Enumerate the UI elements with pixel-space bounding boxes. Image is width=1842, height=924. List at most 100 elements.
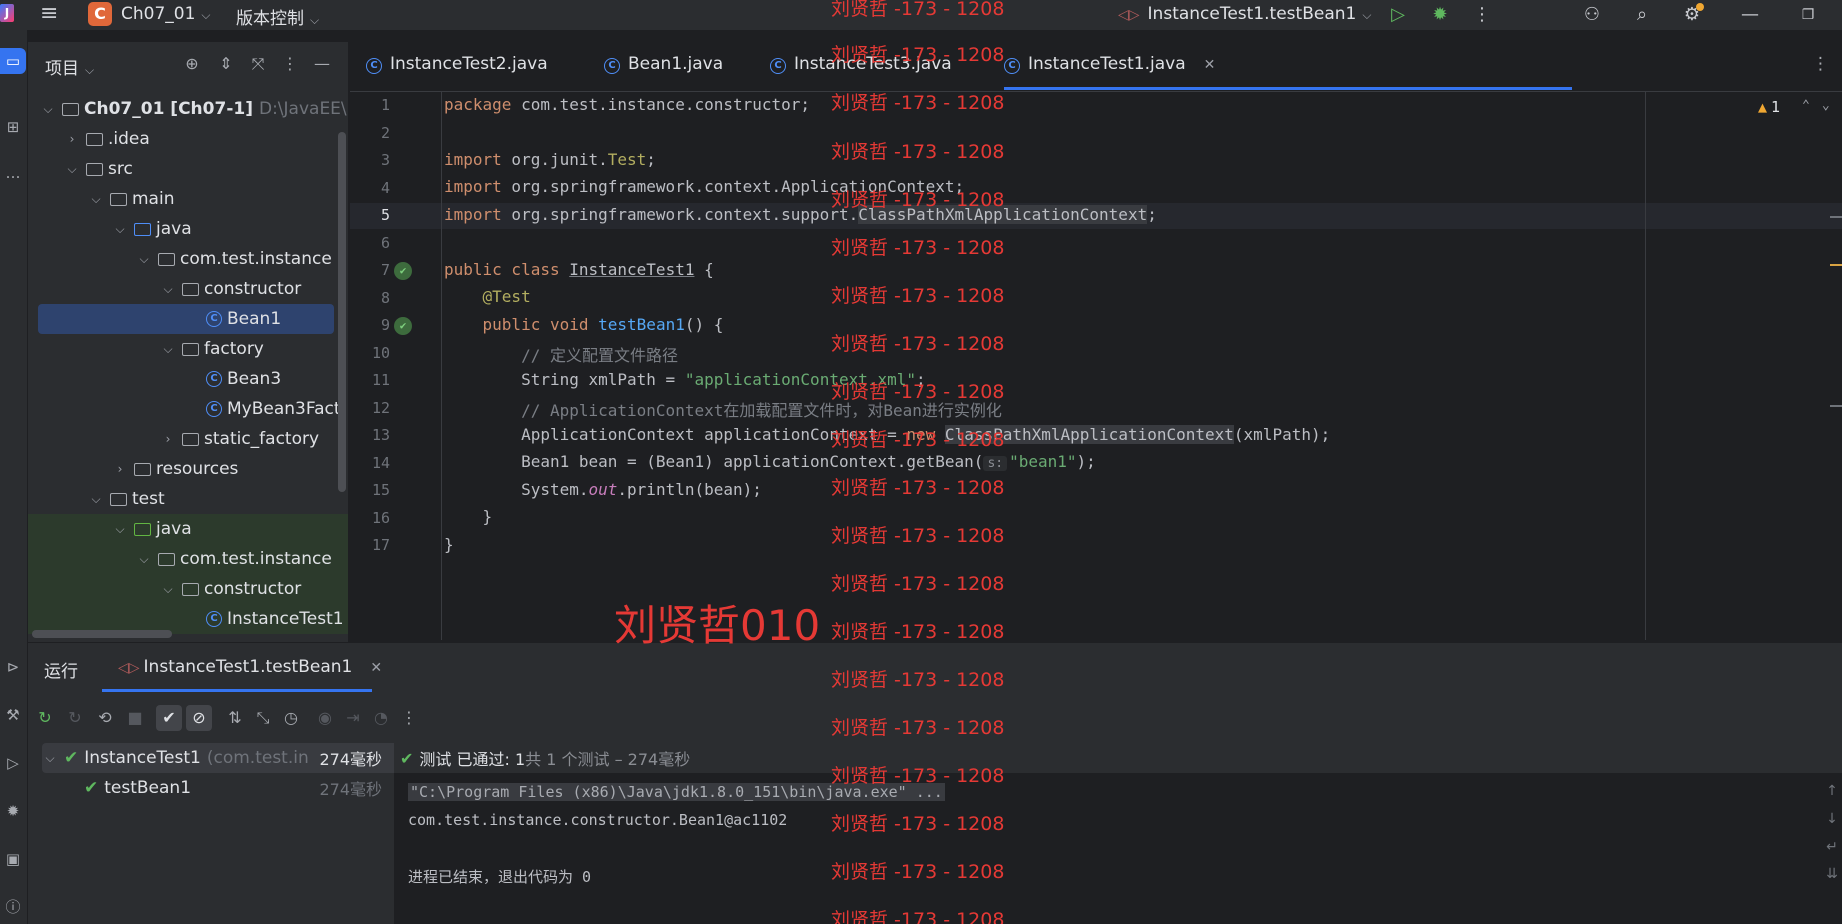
- chevron-down-icon[interactable]: ⌵: [42, 751, 58, 766]
- tree-item-java[interactable]: ⌵ java: [28, 214, 348, 244]
- code-editor[interactable]: 1 2 3 4 5 6 7 8 9 10 11 12 13 14 15 16 17 ✔ ✔ package co…: [350, 92, 1842, 640]
- tree-item-com-test-instance[interactable]: ⌵ com.test.instance: [28, 544, 348, 574]
- class-icon: C: [604, 58, 620, 74]
- run-tab[interactable]: ◁▷ InstanceTest1.testBean1 ✕: [118, 657, 382, 677]
- chevron-down-icon[interactable]: ⌵: [64, 162, 80, 177]
- debug-tool-icon[interactable]: ✹: [0, 798, 26, 824]
- console-output[interactable]: ✔ 测试 已通过: 1 共 1 个测试 – 274毫秒 "C:\Program …: [394, 743, 1842, 924]
- chevron-right-icon[interactable]: ›: [112, 462, 128, 476]
- tree-item-resources[interactable]: › resources: [28, 454, 348, 484]
- build-tool-icon[interactable]: ⚒: [0, 702, 26, 728]
- sort-icon[interactable]: ⇅: [222, 705, 248, 731]
- soft-wrap-icon[interactable]: ↵: [1822, 839, 1842, 855]
- collapse-all-icon[interactable]: ⤧: [248, 54, 268, 74]
- warning-indicator[interactable]: ▲ 1: [1758, 98, 1780, 116]
- import-tests-icon[interactable]: ⤡: [250, 705, 276, 731]
- minimize-window-icon[interactable]: —: [1738, 3, 1762, 27]
- tree-item-factory[interactable]: ⌵ factory: [28, 334, 348, 364]
- show-passed-icon[interactable]: ✔: [156, 705, 182, 731]
- tree-item-com-test-instance[interactable]: ⌵ com.test.instance: [28, 244, 348, 274]
- run-icon[interactable]: ▷: [1386, 3, 1410, 27]
- project-view-selector[interactable]: 项目 ⌵: [45, 54, 94, 79]
- hide-panel-icon[interactable]: —: [312, 54, 332, 73]
- tree-item-main[interactable]: ⌵ main: [28, 184, 348, 214]
- test-row-method[interactable]: ✔ testBean1 274毫秒: [42, 773, 398, 803]
- tree-item-src[interactable]: ⌵ src: [28, 154, 348, 184]
- line-number: 13: [371, 426, 390, 444]
- rerun-failed-icon[interactable]: ↻: [62, 705, 88, 731]
- vcs-menu[interactable]: 版本控制 ⌵: [236, 4, 319, 29]
- chevron-down-icon[interactable]: ⌵: [136, 252, 152, 267]
- tree-horizontal-scrollbar[interactable]: [32, 630, 172, 638]
- toggle-auto-test-icon[interactable]: ⟲: [92, 705, 118, 731]
- search-icon[interactable]: ⌕: [1630, 3, 1654, 27]
- expand-all-icon[interactable]: ⇕: [216, 54, 236, 73]
- close-run-tab-icon[interactable]: ✕: [370, 660, 382, 676]
- services-tool-icon[interactable]: ⊳: [0, 654, 26, 680]
- tab-bean1[interactable]: C Bean1.java: [604, 54, 723, 74]
- tree-item-test[interactable]: ⌵ test: [28, 484, 348, 514]
- export-icon[interactable]: ⇥: [340, 705, 366, 731]
- chevron-down-icon[interactable]: ⌵: [40, 102, 56, 117]
- locate-icon[interactable]: ⊕: [182, 54, 202, 73]
- notification-dot: [1696, 3, 1704, 11]
- tree-item--idea[interactable]: › .idea: [28, 124, 348, 154]
- close-tab-icon[interactable]: ✕: [1204, 57, 1216, 73]
- tree-item-java[interactable]: ⌵ java: [28, 514, 348, 544]
- more-options-icon[interactable]: ⋮: [1470, 3, 1494, 27]
- debug-icon[interactable]: ✹: [1428, 3, 1452, 27]
- more-options-icon[interactable]: ⋮: [396, 705, 422, 731]
- project-badge[interactable]: C: [88, 2, 112, 26]
- tab-instancetest2[interactable]: C InstanceTest2.java: [366, 54, 548, 74]
- chevron-down-icon[interactable]: ⌵: [160, 282, 176, 297]
- tabs-more-icon[interactable]: ⋮: [1812, 54, 1829, 74]
- terminal-tool-icon[interactable]: ▣: [0, 846, 26, 872]
- tab-instancetest3[interactable]: C InstanceTest3.java: [770, 54, 952, 74]
- tree-item-constructor[interactable]: ⌵ constructor: [28, 574, 348, 604]
- tree-vertical-scrollbar[interactable]: [338, 132, 346, 492]
- chevron-down-icon[interactable]: ⌵: [160, 582, 176, 597]
- folder-icon: [110, 192, 127, 206]
- chevron-down-icon[interactable]: ⌵: [88, 492, 104, 507]
- tab-instancetest1[interactable]: C InstanceTest1.java ✕: [1004, 54, 1215, 74]
- restore-window-icon[interactable]: ❐: [1796, 3, 1820, 27]
- chevron-down-icon[interactable]: ⌵: [136, 552, 152, 567]
- chevron-down-icon[interactable]: ⌵: [112, 522, 128, 537]
- tree-item-bean3[interactable]: C Bean3: [28, 364, 348, 394]
- test-row-class[interactable]: ⌵ ✔ InstanceTest1 (com.test.in 274毫秒: [42, 743, 398, 773]
- problems-tool-icon[interactable]: ⓘ: [0, 894, 26, 920]
- chevron-down-icon[interactable]: ⌵: [88, 192, 104, 207]
- chevron-down-icon[interactable]: ⌵: [160, 342, 176, 357]
- run-method-gutter-icon[interactable]: ✔: [394, 317, 412, 335]
- main-menu-icon[interactable]: ≡: [40, 3, 62, 26]
- test-history-icon[interactable]: ◷: [278, 705, 304, 731]
- scroll-down-icon[interactable]: ↓: [1822, 811, 1842, 827]
- scroll-up-icon[interactable]: ↑: [1822, 783, 1842, 799]
- settings-gear-icon[interactable]: ⚙: [1680, 3, 1704, 27]
- panel-options-icon[interactable]: ⋮: [280, 54, 300, 73]
- chevron-down-icon[interactable]: ⌵: [112, 222, 128, 237]
- coverage-icon[interactable]: ◔: [368, 705, 394, 731]
- screenshot-icon[interactable]: ◉: [312, 705, 338, 731]
- scroll-to-end-icon[interactable]: ⇊: [1822, 866, 1842, 882]
- run-class-gutter-icon[interactable]: ✔: [394, 262, 412, 280]
- run-config-selector[interactable]: ◁▷ InstanceTest1.testBean1 ⌵: [1118, 4, 1371, 24]
- structure-tool-icon[interactable]: ⊞: [0, 114, 26, 140]
- show-ignored-icon[interactable]: ⊘: [186, 705, 212, 731]
- rerun-icon[interactable]: ↻: [32, 705, 58, 731]
- chevron-right-icon[interactable]: ›: [160, 432, 176, 446]
- add-user-icon[interactable]: ⚇: [1580, 3, 1604, 27]
- stop-icon[interactable]: ■: [122, 705, 148, 731]
- tree-item-mybean3fact[interactable]: C MyBean3Fact: [28, 394, 348, 424]
- run-tool-icon[interactable]: ▷: [0, 750, 26, 776]
- chevron-right-icon[interactable]: ›: [64, 132, 80, 146]
- line-number: 4: [380, 178, 390, 197]
- tree-item-bean1[interactable]: C Bean1: [38, 304, 334, 334]
- tree-item-ch07-01-ch07-1-[interactable]: ⌵ Ch07_01 [Ch07-1] D:\JavaEE\: [28, 94, 348, 124]
- project-tool-icon[interactable]: ▭: [0, 48, 26, 74]
- tree-item-static-factory[interactable]: › static_factory: [28, 424, 348, 454]
- problem-navigation[interactable]: ⌃⌄: [1802, 98, 1842, 113]
- project-switcher[interactable]: Ch07_01 ⌵: [121, 4, 211, 24]
- tree-item-constructor[interactable]: ⌵ constructor: [28, 274, 348, 304]
- more-tools-icon[interactable]: …: [0, 160, 26, 186]
